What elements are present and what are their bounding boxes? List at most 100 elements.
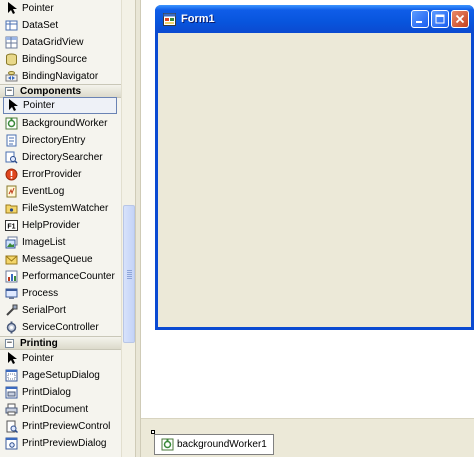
toolbox-item-printdialog[interactable]: PrintDialog	[3, 384, 117, 401]
toolbox-item-directoryentry[interactable]: DirectoryEntry	[3, 132, 117, 149]
toolbox-item-printpreviewcontrol[interactable]: PrintPreviewControl	[3, 418, 117, 435]
group-header-label: Components	[20, 85, 82, 97]
pagesetupdialog-icon	[5, 369, 18, 382]
close-button[interactable]	[451, 10, 469, 28]
toolbox-item-printdocument[interactable]: PrintDocument	[3, 401, 117, 418]
toolbox-item-bindingsource[interactable]: BindingSource	[3, 51, 117, 68]
maximize-button[interactable]	[431, 10, 449, 28]
pointer-icon	[6, 99, 19, 112]
printdocument-icon	[5, 403, 18, 416]
component-tray[interactable]: backgroundWorker1	[141, 418, 474, 457]
toolbox-item-bindingnavigator[interactable]: BindingNavigator	[3, 68, 117, 85]
printpreviewdialog-icon	[5, 437, 18, 450]
scrollbar-thumb[interactable]	[123, 205, 135, 343]
minimize-button[interactable]	[411, 10, 429, 28]
directoryentry-icon	[5, 134, 18, 147]
form-title: Form1	[181, 13, 215, 25]
toolbox-item-label: DirectoryEntry	[22, 134, 86, 146]
directorysearcher-icon	[5, 151, 18, 164]
toolbox-item-label: DataSet	[22, 19, 59, 31]
tray-component-label: backgroundWorker1	[177, 439, 267, 450]
toolbox-item-errorprovider[interactable]: ErrorProvider	[3, 166, 117, 183]
errorprovider-icon	[5, 168, 18, 181]
imagelist-icon	[5, 236, 18, 249]
form-icon	[163, 12, 176, 26]
toolbox-item-performancecounter[interactable]: PerformanceCounter	[3, 268, 117, 285]
maximize-icon	[435, 14, 445, 24]
selection-handle[interactable]	[151, 430, 155, 434]
toolbox-item-label: BackgroundWorker	[22, 117, 108, 129]
toolbox-item-label: Pointer	[22, 2, 54, 14]
collapse-toggle-icon[interactable]: −	[5, 86, 14, 96]
toolbox-item-label: DataGridView	[22, 36, 84, 48]
backgroundworker-icon	[161, 438, 174, 451]
toolbox-item-printpreviewdialog[interactable]: PrintPreviewDialog	[3, 435, 117, 452]
printpreviewcontrol-icon	[5, 420, 18, 433]
toolbox-item-pointer-selected[interactable]: Pointer	[3, 97, 117, 114]
toolbox-item-backgroundworker[interactable]: BackgroundWorker	[3, 115, 117, 132]
toolbox-item-label: Pointer	[23, 99, 55, 111]
filesystemwatcher-icon	[5, 202, 18, 215]
toolbox-item-label: PrintDialog	[22, 386, 71, 398]
helpprovider-icon: F1	[5, 219, 18, 232]
datagridview-icon	[5, 36, 18, 49]
toolbox-item-label: PrintPreviewDialog	[22, 437, 107, 449]
toolbox-item-label: ErrorProvider	[22, 168, 82, 180]
eventlog-icon	[5, 185, 18, 198]
toolbox-item-label: FileSystemWatcher	[22, 202, 109, 214]
toolbox-item-eventlog[interactable]: EventLog	[3, 183, 117, 200]
printing-group-header[interactable]: − Printing	[0, 336, 121, 350]
toolbox-item-label: BindingNavigator	[22, 70, 99, 82]
toolbox-item-imagelist[interactable]: ImageList	[3, 234, 117, 251]
dataset-icon	[5, 19, 18, 32]
toolbox-scrollbar[interactable]	[121, 0, 135, 457]
bindingsource-icon	[5, 53, 18, 66]
backgroundworker-icon	[5, 117, 18, 130]
tray-component-backgroundworker1[interactable]: backgroundWorker1	[154, 434, 274, 455]
form-designer-window[interactable]: Form1	[155, 5, 474, 330]
toolbox-item-pagesetupdialog[interactable]: PageSetupDialog	[3, 367, 117, 384]
components-group-header[interactable]: − Components	[0, 84, 121, 98]
toolbox-item-process[interactable]: Process	[3, 285, 117, 302]
collapse-toggle-icon[interactable]: −	[5, 338, 14, 348]
toolbox-panel: Pointer DataSet DataGridView BindingSour…	[0, 0, 121, 457]
toolbox-item-label: Pointer	[22, 352, 54, 364]
toolbox-item-label: SerialPort	[22, 304, 66, 316]
toolbox-item-label: ImageList	[22, 236, 66, 248]
toolbox-item-label: PerformanceCounter	[22, 270, 115, 282]
toolbox-item-label: Process	[22, 287, 59, 299]
pointer-icon	[5, 2, 18, 15]
group-header-label: Printing	[20, 337, 58, 349]
process-icon	[5, 287, 18, 300]
toolbox-item-dataset[interactable]: DataSet	[3, 17, 117, 34]
toolbox-item-serialport[interactable]: SerialPort	[3, 302, 117, 319]
toolbox-item-pointer[interactable]: Pointer	[3, 350, 117, 367]
form-client-area[interactable]	[158, 33, 471, 327]
servicecontroller-icon	[5, 321, 18, 334]
bindingnavigator-icon	[5, 70, 18, 83]
toolbox-item-datagridview[interactable]: DataGridView	[3, 34, 117, 51]
serialport-icon	[5, 304, 18, 317]
toolbox-item-label: PrintDocument	[22, 403, 89, 415]
toolbox-item-label: EventLog	[22, 185, 65, 197]
toolbox-item-filesystemwatcher[interactable]: FileSystemWatcher	[3, 200, 117, 217]
toolbox-item-servicecontroller[interactable]: ServiceController	[3, 319, 117, 336]
toolbox-item-messagequeue[interactable]: MessageQueue	[3, 251, 117, 268]
toolbox-item-label: MessageQueue	[22, 253, 93, 265]
toolbox-item-label: ServiceController	[22, 321, 99, 333]
toolbox-item-label: DirectorySearcher	[22, 151, 103, 163]
pointer-icon	[5, 352, 18, 365]
form-titlebar[interactable]: Form1	[155, 5, 474, 33]
help-provider-badge-text: F1	[7, 224, 15, 231]
printdialog-icon	[5, 386, 18, 399]
performancecounter-icon	[5, 270, 18, 283]
scrollbar-grip-icon	[127, 270, 132, 279]
toolbox-item-directorysearcher[interactable]: DirectorySearcher	[3, 149, 117, 166]
toolbox-item-label: PrintPreviewControl	[22, 420, 111, 432]
toolbox-item-helpprovider[interactable]: F1 HelpProvider	[3, 217, 117, 234]
toolbox-item-label: PageSetupDialog	[22, 369, 100, 381]
minimize-icon	[416, 21, 422, 23]
close-icon	[455, 14, 465, 24]
toolbox-item-pointer[interactable]: Pointer	[3, 0, 117, 17]
messagequeue-icon	[5, 253, 18, 266]
